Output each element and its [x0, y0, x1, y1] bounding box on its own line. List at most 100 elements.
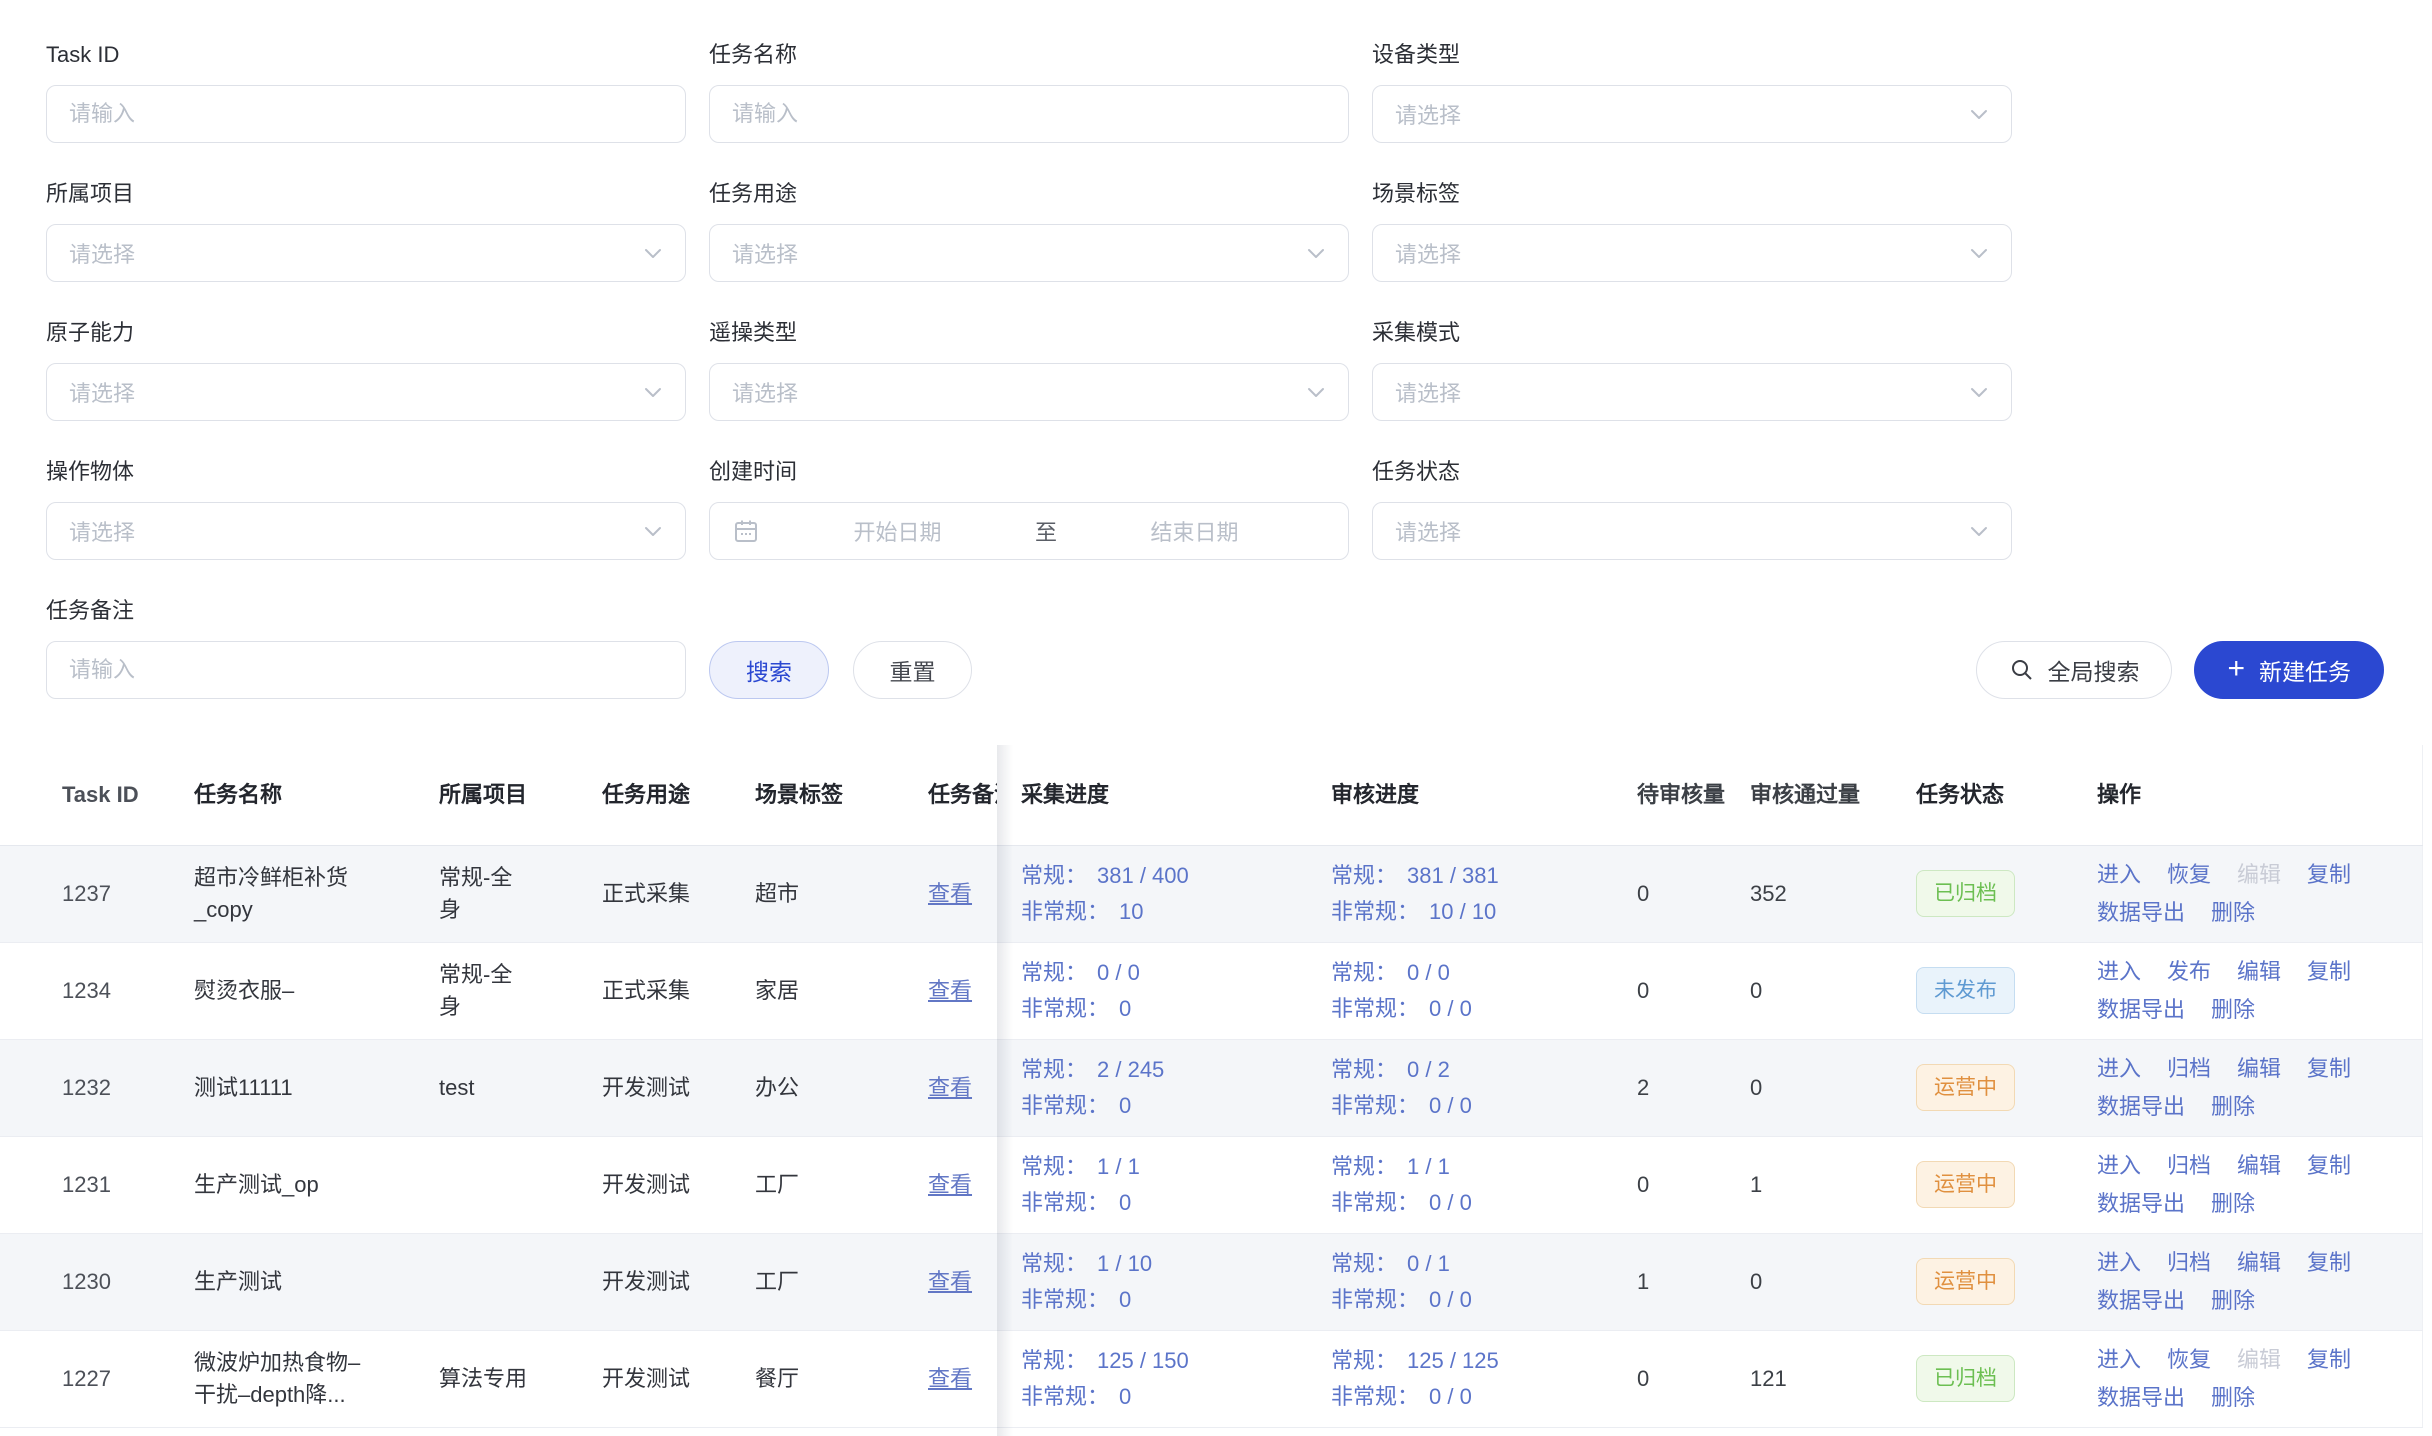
task-usage: 开发测试: [602, 1075, 690, 1100]
filter-label: 任务名称: [709, 40, 1349, 69]
task-usage: 开发测试: [602, 1366, 690, 1391]
action-link[interactable]: 发布: [2167, 956, 2211, 988]
action-link[interactable]: 进入: [2097, 1150, 2141, 1182]
review-irregular-value: 0 / 0: [1429, 1093, 1472, 1118]
date-range-picker[interactable]: 开始日期 至 结束日期: [709, 502, 1349, 560]
view-remark-link[interactable]: 查看: [928, 978, 972, 1003]
irregular-label: 非常规：: [1021, 1384, 1109, 1409]
pending-review-count: 0: [1637, 881, 1649, 906]
action-link[interactable]: 删除: [2211, 994, 2255, 1026]
filter-field: 所属项目 请选择: [46, 179, 686, 282]
action-link[interactable]: 进入: [2097, 1247, 2141, 1279]
filter-label: 原子能力: [46, 318, 686, 347]
action-link[interactable]: 复制: [2307, 1344, 2351, 1376]
action-link[interactable]: 复制: [2307, 1150, 2351, 1182]
create-task-button[interactable]: + 新建任务: [2194, 641, 2384, 699]
end-date-input[interactable]: 结束日期: [1063, 515, 1326, 547]
pending-review-count: 0: [1637, 1366, 1649, 1391]
action-link[interactable]: 删除: [2211, 1285, 2255, 1317]
collect-regular-value: 381 / 400: [1097, 863, 1189, 888]
pending-review-count: 2: [1637, 1075, 1649, 1100]
task-name: 测试11111: [194, 1075, 293, 1100]
action-link[interactable]: 归档: [2167, 1053, 2211, 1085]
review-regular-value: 125 / 125: [1407, 1348, 1499, 1373]
filter-select[interactable]: 请选择: [1372, 363, 2012, 421]
action-link[interactable]: 编辑: [2237, 1150, 2281, 1182]
action-link[interactable]: 复制: [2307, 1053, 2351, 1085]
view-remark-link[interactable]: 查看: [928, 1366, 972, 1391]
action-link[interactable]: 编辑: [2237, 956, 2281, 988]
action-link[interactable]: 复制: [2307, 956, 2351, 988]
action-link[interactable]: 删除: [2211, 897, 2255, 929]
action-link[interactable]: 复制: [2307, 859, 2351, 891]
reset-button[interactable]: 重置: [853, 641, 972, 699]
action-link[interactable]: 数据导出: [2097, 1091, 2185, 1123]
action-link[interactable]: 进入: [2097, 1344, 2141, 1376]
view-remark-link[interactable]: 查看: [928, 881, 972, 906]
task-scene: 办公: [755, 1075, 799, 1100]
action-link[interactable]: 删除: [2211, 1382, 2255, 1414]
filter-select[interactable]: 请选择: [1372, 502, 2012, 560]
task-scene: 工厂: [755, 1172, 799, 1197]
create-task-label: 新建任务: [2259, 653, 2351, 687]
filter-select[interactable]: 请选择: [709, 224, 1349, 282]
filter-select[interactable]: 请选择: [46, 224, 686, 282]
filter-field: 任务备注: [46, 596, 686, 699]
action-link[interactable]: 数据导出: [2097, 1188, 2185, 1220]
collect-irregular-value: 0: [1119, 1190, 1131, 1215]
filter-buttons-cell: 搜索 重置: [709, 596, 1349, 699]
action-link[interactable]: 进入: [2097, 1053, 2141, 1085]
task-project: 常规-全身: [439, 962, 512, 1019]
collect-irregular-value: 0: [1119, 996, 1131, 1021]
regular-label: 常规：: [1331, 960, 1397, 985]
view-remark-link[interactable]: 查看: [928, 1172, 972, 1197]
action-link[interactable]: 恢复: [2167, 859, 2211, 891]
action-link[interactable]: 删除: [2211, 1188, 2255, 1220]
action-link[interactable]: 删除: [2211, 1091, 2255, 1123]
filter-text-input[interactable]: [47, 642, 685, 698]
action-link[interactable]: 归档: [2167, 1150, 2211, 1182]
collect-progress-cell: 常规：1 / 10 非常规：0: [997, 1233, 1310, 1330]
global-search-button[interactable]: 全局搜索: [1976, 641, 2172, 699]
start-date-input[interactable]: 开始日期: [766, 515, 1029, 547]
filter-select[interactable]: 请选择: [1372, 85, 2012, 143]
task-name: 微波炉加热食物–干扰–depth降...: [194, 1350, 360, 1407]
action-link[interactable]: 数据导出: [2097, 897, 2185, 929]
task-scene: 超市: [755, 881, 799, 906]
filter-select[interactable]: 请选择: [709, 363, 1349, 421]
action-link[interactable]: 数据导出: [2097, 994, 2185, 1026]
view-remark-link[interactable]: 查看: [928, 1075, 972, 1100]
global-search-label: 全局搜索: [2047, 653, 2139, 687]
action-link[interactable]: 归档: [2167, 1247, 2211, 1279]
filter-select[interactable]: 请选择: [46, 363, 686, 421]
regular-label: 常规：: [1331, 863, 1397, 888]
column-header: 所属项目: [415, 745, 575, 845]
irregular-label: 非常规：: [1331, 1384, 1419, 1409]
filter-select[interactable]: 请选择: [46, 502, 686, 560]
action-link[interactable]: 进入: [2097, 859, 2141, 891]
action-link[interactable]: 进入: [2097, 956, 2141, 988]
filter-label: 任务用途: [709, 179, 1349, 208]
view-remark-link[interactable]: 查看: [928, 1269, 972, 1294]
filter-text-input[interactable]: [710, 86, 1348, 142]
task-usage: 开发测试: [602, 1172, 690, 1197]
irregular-label: 非常规：: [1021, 899, 1109, 924]
action-link[interactable]: 数据导出: [2097, 1382, 2185, 1414]
review-progress-cell: 常规：381 / 381 非常规：10 / 10: [1310, 845, 1615, 942]
task-scene: 餐厅: [755, 1366, 799, 1391]
action-link[interactable]: 编辑: [2237, 1053, 2281, 1085]
action-link[interactable]: 恢复: [2167, 1344, 2211, 1376]
chevron-down-icon: [641, 241, 665, 265]
filter-text-input[interactable]: [47, 86, 685, 142]
action-link[interactable]: 编辑: [2237, 1247, 2281, 1279]
action-link[interactable]: 复制: [2307, 1247, 2351, 1279]
filter-select[interactable]: 请选择: [1372, 224, 2012, 282]
pending-review-count: 0: [1637, 978, 1649, 1003]
search-button[interactable]: 搜索: [709, 641, 829, 699]
status-badge: 已归档: [1916, 1355, 2015, 1402]
review-irregular-value: 0 / 0: [1429, 1287, 1472, 1312]
action-link[interactable]: 数据导出: [2097, 1285, 2185, 1317]
review-passed-count: 121: [1750, 1366, 1787, 1391]
collect-progress-cell: 常规：125 / 150 非常规：0: [997, 1330, 1310, 1427]
table-row: 1237 超市冷鲜柜补货_copy 常规-全身 正式采集 超市 查看 常规：38…: [0, 845, 2422, 942]
